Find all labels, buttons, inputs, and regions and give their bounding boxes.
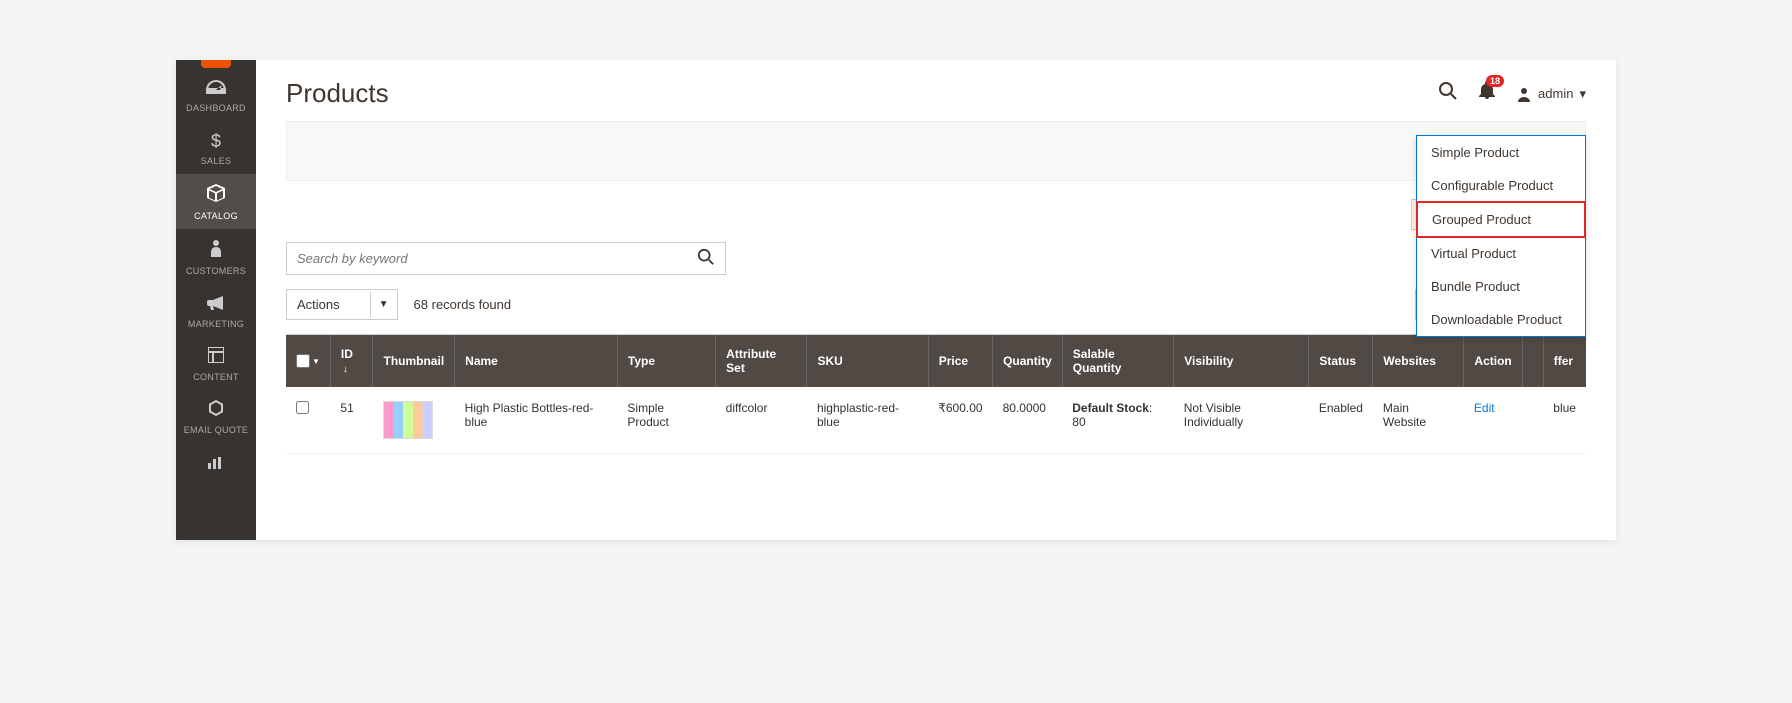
products-table: ▼ ID ↓ Thumbnail Name Type Attribute Set… xyxy=(286,335,1586,454)
cell-sku: highplastic-red-blue xyxy=(807,387,928,454)
cell-id: 51 xyxy=(330,387,373,454)
table-row[interactable]: 51 High Plastic Bottles-red-blue Simple … xyxy=(286,387,1586,454)
salable-label: Default Stock xyxy=(1072,401,1149,415)
col-websites[interactable]: Websites xyxy=(1373,335,1464,387)
dropdown-downloadable-product[interactable]: Downloadable Product xyxy=(1417,303,1585,336)
nav-catalog[interactable]: CATALOG xyxy=(176,174,256,229)
nav-label: EMAIL QUOTE xyxy=(184,425,248,435)
gauge-icon xyxy=(206,78,226,99)
notifications-icon[interactable]: 18 xyxy=(1478,81,1496,106)
add-product-dropdown: Simple Product Configurable Product Grou… xyxy=(1416,135,1586,337)
nav-marketing[interactable]: MARKETING xyxy=(176,284,256,337)
records-found: 68 records found xyxy=(414,297,512,312)
app-frame: DASHBOARD $ SALES CATALOG CUSTOMERS MARK… xyxy=(176,60,1616,540)
search-icon[interactable] xyxy=(1438,81,1458,106)
nav-label: MARKETING xyxy=(188,319,244,329)
layout-icon xyxy=(208,347,224,368)
actions-label: Actions xyxy=(287,290,370,319)
page-header: Products 18 admin ▾ xyxy=(256,60,1616,121)
dropdown-bundle-product[interactable]: Bundle Product xyxy=(1417,270,1585,303)
nav-sales[interactable]: $ SALES xyxy=(176,121,256,174)
cell-status: Enabled xyxy=(1309,387,1373,454)
dropdown-grouped-product[interactable]: Grouped Product xyxy=(1416,201,1586,238)
nav-label: SALES xyxy=(201,156,232,166)
search-box xyxy=(286,242,726,275)
select-all-checkbox[interactable] xyxy=(296,354,310,368)
col-attribute-set[interactable]: Attribute Set xyxy=(716,335,807,387)
dropdown-simple-product[interactable]: Simple Product xyxy=(1417,136,1585,169)
page-title: Products xyxy=(286,78,389,109)
toolbar: Filters Default V xyxy=(256,181,1616,236)
edit-link[interactable]: Edit xyxy=(1474,401,1495,415)
bulk-actions-select[interactable]: Actions ▼ xyxy=(286,289,398,320)
dollar-icon: $ xyxy=(211,131,221,152)
cell-type: Simple Product xyxy=(617,387,715,454)
col-salable-quantity[interactable]: Salable Quantity xyxy=(1062,335,1173,387)
col-type[interactable]: Type xyxy=(617,335,715,387)
nav-label: DASHBOARD xyxy=(186,103,246,113)
search-submit-icon[interactable] xyxy=(687,248,725,269)
nav-label: CONTENT xyxy=(193,372,239,382)
col-checkbox: ▼ xyxy=(286,335,330,387)
search-input[interactable] xyxy=(287,243,687,274)
magento-logo-tab xyxy=(201,60,231,68)
dropdown-configurable-product[interactable]: Configurable Product xyxy=(1417,169,1585,202)
col-sku[interactable]: SKU xyxy=(807,335,928,387)
user-menu[interactable]: admin ▾ xyxy=(1516,86,1586,102)
sort-arrow-icon: ↓ xyxy=(343,364,348,375)
hexagon-icon xyxy=(208,400,224,421)
col-status[interactable]: Status xyxy=(1309,335,1373,387)
notification-badge: 18 xyxy=(1486,75,1504,87)
nav-dashboard[interactable]: DASHBOARD xyxy=(176,68,256,121)
bar-chart-icon xyxy=(208,453,224,474)
user-icon xyxy=(1516,86,1532,102)
col-blank[interactable] xyxy=(1522,335,1543,387)
person-icon xyxy=(210,239,222,262)
sidebar: DASHBOARD $ SALES CATALOG CUSTOMERS MARK… xyxy=(176,60,256,540)
search-row xyxy=(256,236,1616,289)
nav-customers[interactable]: CUSTOMERS xyxy=(176,229,256,284)
cell-blank xyxy=(1522,387,1543,454)
cell-attr-set: diffcolor xyxy=(716,387,807,454)
cell-visibility: Not Visible Individually xyxy=(1174,387,1309,454)
col-extra[interactable]: ffer xyxy=(1543,335,1586,387)
megaphone-icon xyxy=(207,294,225,315)
nav-content[interactable]: CONTENT xyxy=(176,337,256,390)
product-thumbnail xyxy=(383,401,433,439)
cube-icon xyxy=(207,184,225,207)
products-grid: ▼ ID ↓ Thumbnail Name Type Attribute Set… xyxy=(286,334,1586,454)
col-visibility[interactable]: Visibility xyxy=(1174,335,1309,387)
header-actions: 18 admin ▾ xyxy=(1438,81,1586,106)
chevron-down-icon[interactable]: ▼ xyxy=(370,292,397,317)
message-banner: Add Product xyxy=(286,121,1586,181)
cell-name: High Plastic Bottles-red-blue xyxy=(455,387,618,454)
cell-extra: blue xyxy=(1543,387,1586,454)
cell-salable: Default Stock: 80 xyxy=(1062,387,1173,454)
nav-label: CUSTOMERS xyxy=(186,266,246,276)
main-content: Products 18 admin ▾ Add Product xyxy=(256,60,1616,540)
dropdown-virtual-product[interactable]: Virtual Product xyxy=(1417,237,1585,270)
salable-value: 80 xyxy=(1072,415,1085,429)
cell-qty: 80.0000 xyxy=(993,387,1063,454)
nav-reports-partial[interactable] xyxy=(176,443,256,486)
user-name: admin xyxy=(1538,86,1573,101)
chevron-down-icon: ▾ xyxy=(1579,86,1586,102)
col-price[interactable]: Price xyxy=(928,335,992,387)
col-quantity[interactable]: Quantity xyxy=(993,335,1063,387)
col-action[interactable]: Action xyxy=(1464,335,1522,387)
grid-controls: Actions ▼ 68 records found 50 ▼ per page… xyxy=(256,289,1616,334)
nav-email-quote[interactable]: EMAIL QUOTE xyxy=(176,390,256,443)
cell-price: ₹600.00 xyxy=(928,387,992,454)
nav-label: CATALOG xyxy=(194,211,238,221)
col-name[interactable]: Name xyxy=(455,335,618,387)
col-thumbnail[interactable]: Thumbnail xyxy=(373,335,455,387)
table-header-row: ▼ ID ↓ Thumbnail Name Type Attribute Set… xyxy=(286,335,1586,387)
col-id[interactable]: ID ↓ xyxy=(330,335,373,387)
chevron-down-icon[interactable]: ▼ xyxy=(312,357,320,366)
cell-websites: Main Website xyxy=(1373,387,1464,454)
row-checkbox[interactable] xyxy=(296,401,309,414)
